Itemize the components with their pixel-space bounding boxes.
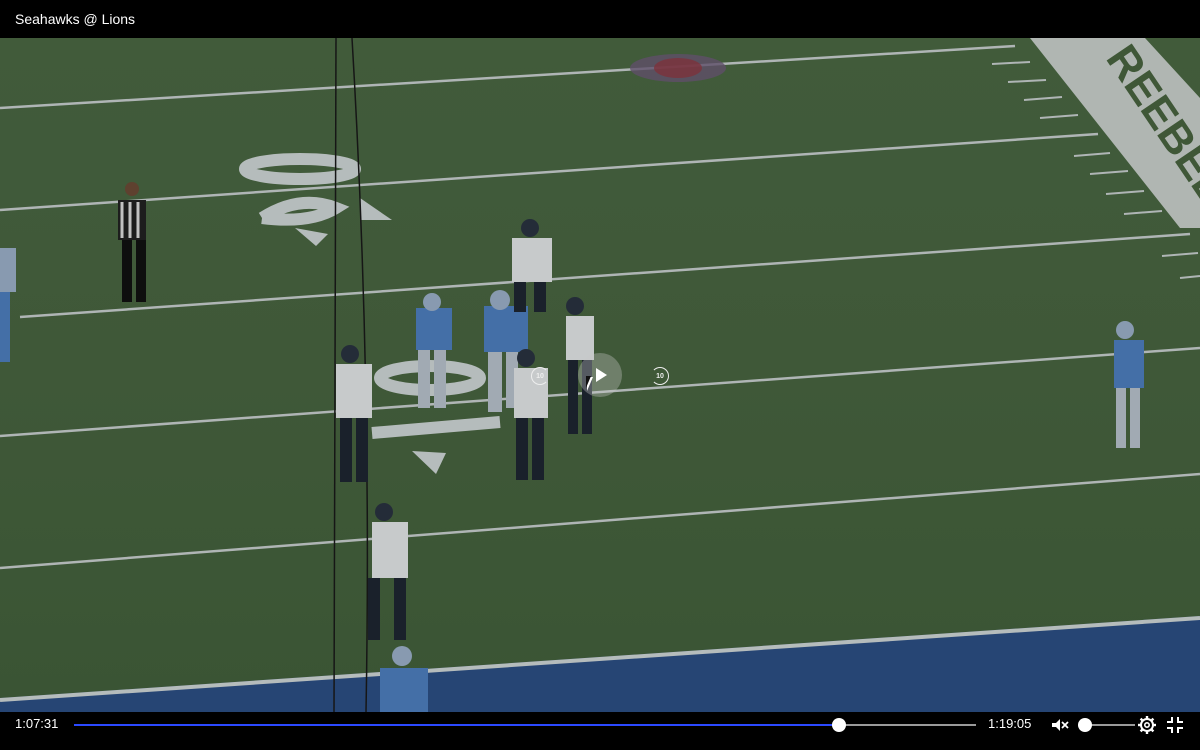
video-player: Seahawks @ Lions REEBEB 10 10 1:07:31 1:…	[0, 0, 1200, 750]
progress-bar[interactable]	[74, 718, 976, 732]
rewind-10-icon[interactable]: 10	[531, 367, 549, 385]
video-frame[interactable]: REEBEB 10 10	[0, 38, 1200, 712]
current-time: 1:07:31	[15, 716, 59, 731]
video-title: Seahawks @ Lions	[15, 11, 136, 27]
forward-10-icon[interactable]: 10	[651, 367, 669, 385]
progress-scrubber[interactable]	[831, 718, 846, 732]
title-bar: Seahawks @ Lions	[0, 0, 1200, 38]
play-icon	[596, 368, 607, 382]
speaker-muted-icon[interactable]	[1050, 715, 1070, 735]
play-button[interactable]	[578, 353, 622, 397]
control-bar: 1:07:31 1:19:05	[0, 712, 1200, 750]
gear-icon[interactable]	[1137, 715, 1157, 735]
exit-fullscreen-icon[interactable]	[1165, 715, 1185, 735]
volume-thumb[interactable]	[1078, 718, 1092, 732]
duration: 1:19:05	[988, 716, 1032, 731]
progress-fill	[74, 724, 839, 726]
